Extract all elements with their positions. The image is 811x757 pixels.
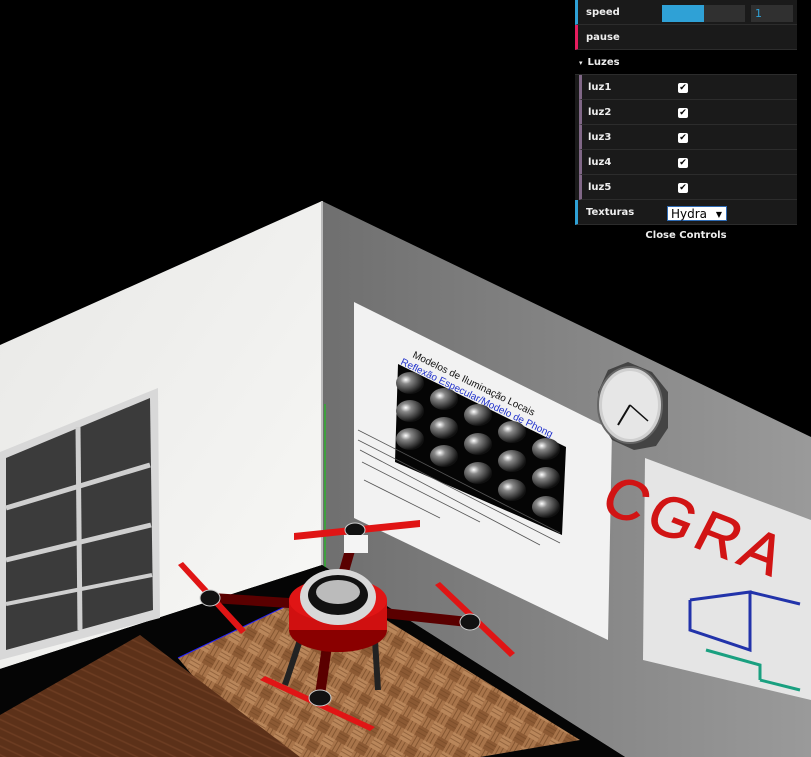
folder-luzes[interactable]: ▾ Luzes bbox=[575, 50, 797, 75]
light-checkbox-luz3[interactable]: ✔ bbox=[678, 133, 688, 143]
light-row-luz1: luz1 ✔ bbox=[579, 75, 797, 100]
light-label: luz2 bbox=[588, 107, 612, 118]
light-checkbox-luz1[interactable]: ✔ bbox=[678, 83, 688, 93]
light-label: luz3 bbox=[588, 132, 612, 143]
light-checkbox-luz5[interactable]: ✔ bbox=[678, 183, 688, 193]
pause-button[interactable]: pause bbox=[575, 25, 797, 50]
texturas-control: Texturas Hydra ▼ bbox=[575, 200, 797, 225]
light-row-luz3: luz3 ✔ bbox=[579, 125, 797, 150]
light-label: luz5 bbox=[588, 182, 612, 193]
light-checkbox-luz4[interactable]: ✔ bbox=[678, 158, 688, 168]
folder-arrow-icon: ▾ bbox=[579, 59, 583, 67]
light-row-luz2: luz2 ✔ bbox=[579, 100, 797, 125]
light-row-luz5: luz5 ✔ bbox=[579, 175, 797, 200]
speed-slider-fill bbox=[662, 5, 704, 22]
speed-control: speed 1 bbox=[575, 0, 797, 25]
pause-label: pause bbox=[586, 32, 620, 43]
texturas-select[interactable]: Hydra ▼ bbox=[667, 206, 727, 221]
texturas-selected-value: Hydra bbox=[671, 207, 708, 221]
controls-panel: speed 1 pause ▾ Luzes luz1 ✔ luz2 ✔ luz3 … bbox=[575, 0, 797, 247]
speed-slider[interactable] bbox=[662, 5, 745, 22]
speed-input[interactable]: 1 bbox=[751, 5, 793, 22]
texturas-label: Texturas bbox=[586, 207, 635, 218]
close-controls-button[interactable]: Close Controls bbox=[575, 225, 797, 247]
light-checkbox-luz2[interactable]: ✔ bbox=[678, 108, 688, 118]
light-label: luz1 bbox=[588, 82, 612, 93]
light-label: luz4 bbox=[588, 157, 612, 168]
light-row-luz4: luz4 ✔ bbox=[579, 150, 797, 175]
chevron-down-icon: ▼ bbox=[715, 210, 722, 219]
folder-luzes-label: Luzes bbox=[587, 57, 620, 68]
speed-label: speed bbox=[586, 7, 620, 18]
